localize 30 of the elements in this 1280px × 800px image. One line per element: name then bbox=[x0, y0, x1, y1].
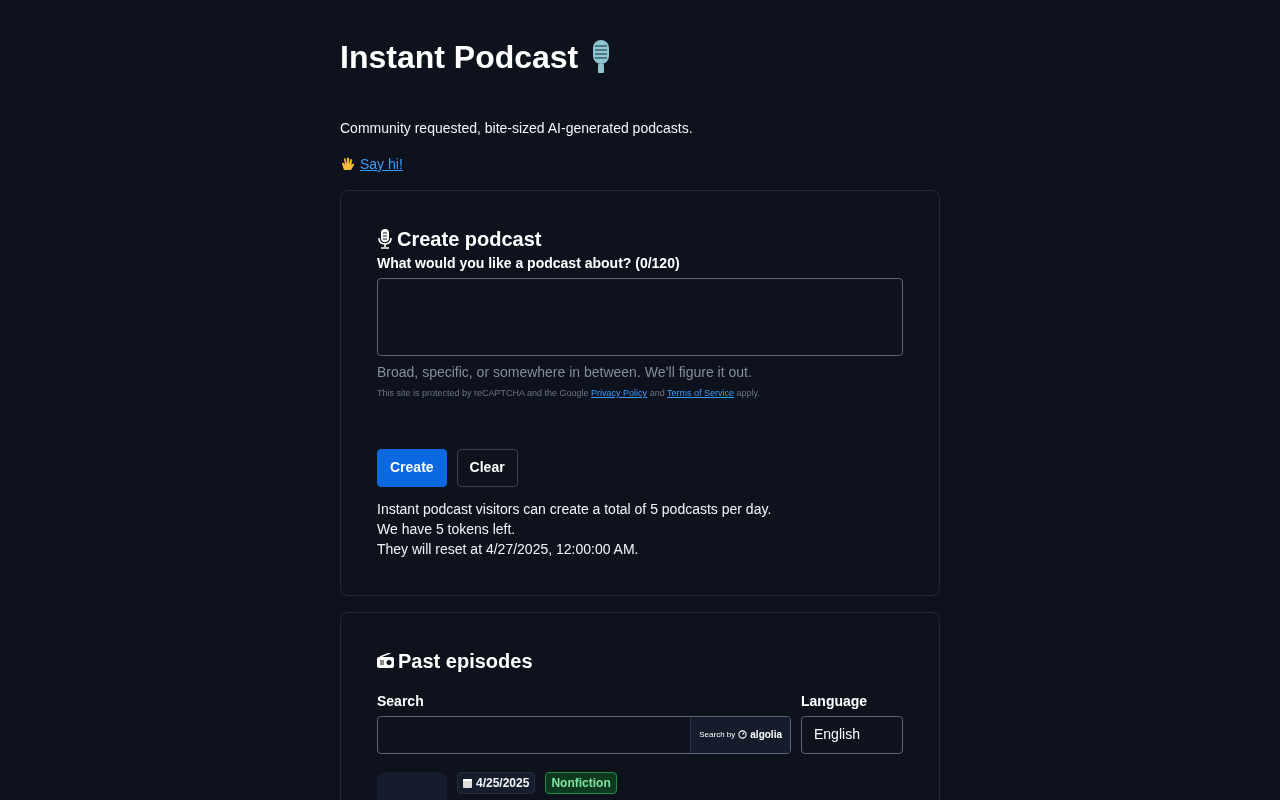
hint-text: Broad, specific, or somewhere in between. We’ll figure it out. bbox=[377, 363, 753, 382]
quota-text: They will reset at 4/27/2025, 12:00:00 AM. bbox=[377, 539, 640, 559]
section-heading: Create podcast bbox=[397, 227, 542, 251]
page-title: Instant Podcast bbox=[340, 38, 579, 77]
radio-icon bbox=[377, 653, 394, 668]
quota-text: We have 5 tokens left. bbox=[377, 519, 517, 539]
genre-tag: Nonfiction bbox=[545, 771, 617, 794]
language-select[interactable]: English bbox=[801, 715, 903, 754]
calendar-icon bbox=[463, 777, 472, 788]
waving-hand-icon bbox=[340, 156, 356, 172]
date-text: 4/25/2025 bbox=[476, 774, 530, 792]
clear-button[interactable]: Clear bbox=[456, 448, 518, 487]
terms-of-service-link[interactable]: Terms of Service bbox=[667, 388, 734, 398]
field-label: Language bbox=[801, 691, 869, 711]
algolia-logo-icon bbox=[738, 730, 748, 739]
search-field[interactable]: Search by algolia bbox=[377, 715, 791, 754]
search-by-algolia-badge[interactable]: Search by algolia bbox=[690, 716, 790, 753]
say-hi-link[interactable]: Say hi! bbox=[360, 154, 403, 174]
quota-text: Instant podcast visitors can create a total of 5 podcasts per day. bbox=[377, 499, 773, 519]
recaptcha-notice: This site is protected by reCAPTCHA and the Google Privacy Policy and Terms of Service apply. bbox=[377, 387, 761, 400]
field-label: Search bbox=[377, 691, 425, 711]
microphone-icon bbox=[377, 229, 393, 249]
field-label: What would you like a podcast about? (0/120) bbox=[377, 254, 681, 273]
brand-text: algolia bbox=[750, 728, 782, 742]
tagline: Community requested, bite-sized AI-generated podcasts. bbox=[340, 119, 694, 138]
privacy-policy-link[interactable]: Privacy Policy bbox=[591, 388, 648, 398]
badge-text: Search by bbox=[699, 728, 736, 741]
section-heading: Past episodes bbox=[398, 648, 533, 673]
create-button[interactable]: Create bbox=[377, 448, 447, 487]
topic-input-field[interactable] bbox=[377, 278, 903, 356]
